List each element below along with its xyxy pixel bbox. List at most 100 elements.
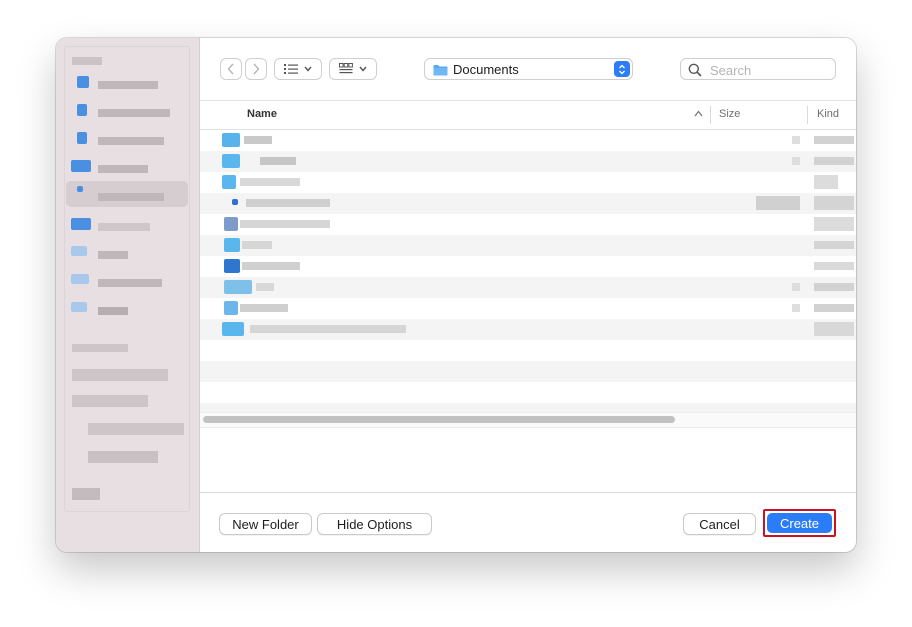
file-name <box>240 178 300 186</box>
file-icon <box>222 175 236 189</box>
folder-icon <box>77 76 89 88</box>
sidebar-item[interactable] <box>66 446 190 472</box>
table-row[interactable] <box>200 319 856 340</box>
sidebar-item-label <box>98 251 128 259</box>
file-kind <box>814 283 854 291</box>
folder-icon <box>71 160 91 172</box>
folder-icon <box>77 132 87 144</box>
horizontal-scrollbar[interactable] <box>203 416 675 423</box>
create-button[interactable]: Create <box>767 513 832 533</box>
table-row[interactable] <box>200 298 856 319</box>
chevron-down-icon <box>304 66 312 72</box>
table-row[interactable] <box>200 130 856 151</box>
file-kind <box>814 304 854 312</box>
file-icon <box>222 133 240 147</box>
sidebar-item-label <box>98 109 170 117</box>
sidebar-item-label <box>72 488 100 500</box>
column-header-name[interactable]: Name <box>247 108 277 120</box>
save-dialog: Documents Name Size Kind <box>56 38 856 552</box>
group-view-button[interactable] <box>329 58 377 80</box>
folder-icon <box>71 218 91 230</box>
sidebar-item-label <box>98 223 150 231</box>
sidebar-section-label <box>72 344 128 352</box>
hide-options-button[interactable]: Hide Options <box>317 513 432 535</box>
file-icon <box>224 259 240 273</box>
table-row[interactable] <box>200 277 856 298</box>
sidebar-item-label <box>88 451 158 463</box>
sidebar-item[interactable] <box>66 74 190 100</box>
file-name <box>246 199 330 207</box>
table-row[interactable] <box>200 214 856 235</box>
sidebar-item[interactable] <box>66 130 190 156</box>
table-row[interactable] <box>200 235 856 256</box>
file-kind <box>814 196 854 210</box>
file-size <box>792 136 800 144</box>
location-label: Documents <box>453 62 519 77</box>
forward-button[interactable] <box>245 58 267 80</box>
table-row[interactable] <box>200 151 856 172</box>
search-field[interactable] <box>680 58 836 80</box>
sidebar-item-label <box>88 423 184 435</box>
list-header: Name Size Kind <box>200 100 856 130</box>
folder-icon <box>71 274 89 284</box>
file-name <box>256 283 274 291</box>
file-kind <box>814 175 838 189</box>
sidebar-item[interactable] <box>66 244 190 270</box>
search-icon <box>688 63 702 77</box>
sidebar-item-label <box>98 165 148 173</box>
sidebar-item[interactable] <box>66 390 190 416</box>
sidebar-item[interactable] <box>66 102 190 128</box>
column-header-size[interactable]: Size <box>719 108 740 120</box>
folder-icon <box>77 104 87 116</box>
chevron-right-icon <box>253 63 260 75</box>
table-row <box>200 361 856 382</box>
file-name <box>240 304 288 312</box>
sidebar-item-label <box>98 137 164 145</box>
file-kind <box>814 262 854 270</box>
list-icon <box>284 64 298 74</box>
updown-chevron-icon <box>614 61 630 77</box>
file-icon <box>222 154 240 168</box>
sidebar-item-label <box>98 193 164 201</box>
sidebar-item[interactable] <box>66 484 190 510</box>
search-input[interactable] <box>708 61 832 79</box>
file-name <box>242 262 300 270</box>
table-row[interactable] <box>200 172 856 193</box>
column-header-kind[interactable]: Kind <box>817 108 839 120</box>
toolbar: Documents <box>200 38 856 100</box>
sidebar-item-selected[interactable] <box>66 181 188 207</box>
chevron-down-icon <box>359 66 367 72</box>
back-button[interactable] <box>220 58 242 80</box>
file-kind <box>814 136 854 144</box>
sidebar-item[interactable] <box>66 272 190 298</box>
sidebar-item[interactable] <box>66 300 190 326</box>
sidebar-item[interactable] <box>66 216 190 242</box>
new-folder-button[interactable]: New Folder <box>219 513 312 535</box>
file-name <box>260 157 296 165</box>
main-pane: Documents Name Size Kind <box>200 38 856 552</box>
location-popup[interactable]: Documents <box>424 58 633 80</box>
folder-icon <box>71 246 87 256</box>
sort-ascending-icon <box>694 110 703 117</box>
sidebar-item-label <box>98 307 128 315</box>
table-row[interactable] <box>200 256 856 277</box>
file-icon <box>222 322 244 336</box>
sidebar-item-label <box>72 395 148 407</box>
sidebar-item-label <box>98 81 158 89</box>
chevron-left-icon <box>227 63 234 75</box>
file-name <box>244 136 272 144</box>
file-size <box>792 304 800 312</box>
sidebar-item[interactable] <box>66 364 190 390</box>
list-view-button[interactable] <box>274 58 322 80</box>
sidebar-item-label <box>98 279 162 287</box>
file-icon <box>224 238 240 252</box>
table-row <box>200 340 856 361</box>
table-row[interactable] <box>200 193 856 214</box>
sidebar-section-header <box>66 338 190 364</box>
file-icon <box>224 217 238 231</box>
file-kind <box>814 157 854 165</box>
cancel-button[interactable]: Cancel <box>683 513 756 535</box>
file-size <box>792 283 800 291</box>
sidebar-item[interactable] <box>66 418 190 444</box>
sidebar-item-label <box>72 369 168 381</box>
